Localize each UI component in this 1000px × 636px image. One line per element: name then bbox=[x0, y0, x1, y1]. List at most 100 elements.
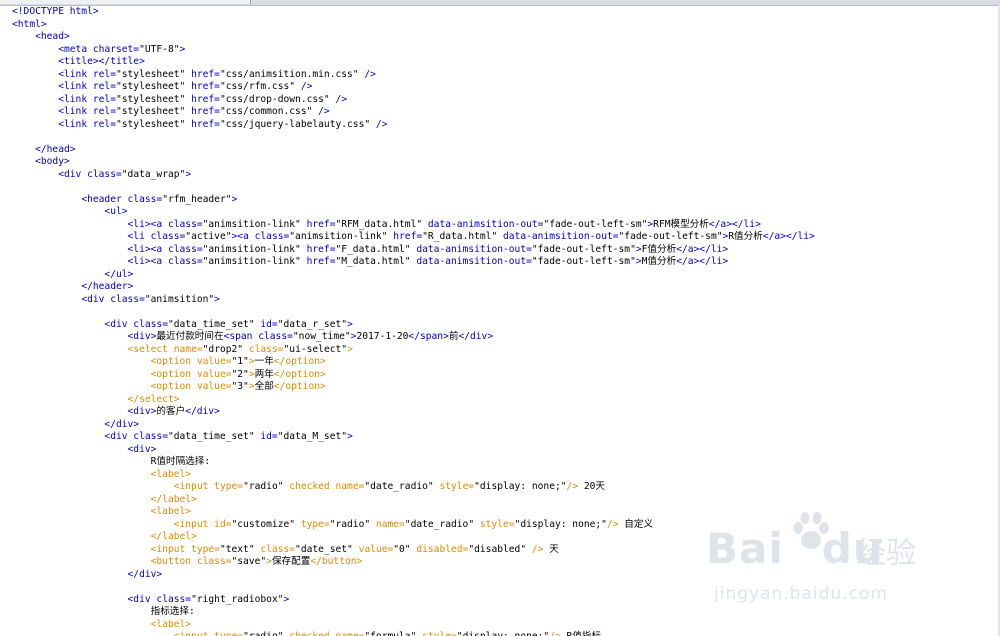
code-line[interactable]: <select name="drop2" class="ui-select"> bbox=[0, 344, 998, 357]
code-token: </div> bbox=[127, 568, 163, 580]
code-token: class= bbox=[254, 543, 296, 555]
code-token: checked bbox=[283, 481, 330, 492]
code-token: <label> bbox=[150, 468, 192, 480]
code-line[interactable]: <div class="data_time_set" id="data_M_se… bbox=[0, 431, 998, 444]
code-token: <body> bbox=[35, 156, 70, 167]
code-token: <div> bbox=[127, 406, 157, 417]
code-line[interactable]: </ul> bbox=[0, 269, 998, 282]
code-editor[interactable]: <!DOCTYPE html> <html> <head> <meta chars… bbox=[0, 6, 998, 636]
code-line[interactable]: <title></title> bbox=[0, 56, 998, 69]
code-line[interactable]: <li><a class="animsition-link" href="M_d… bbox=[0, 256, 998, 269]
code-line[interactable]: <head> bbox=[0, 31, 998, 44]
code-line[interactable]: <div>最近付款时间在<span class="now_time">2017-… bbox=[0, 331, 998, 344]
code-line[interactable]: <input type="radio" checked name="formul… bbox=[0, 631, 998, 636]
code-line[interactable]: </div> bbox=[0, 569, 998, 582]
code-line[interactable]: <option value="2">两年</option> bbox=[0, 369, 998, 382]
code-token: "animsition-link" bbox=[202, 243, 301, 255]
code-token: > bbox=[347, 343, 353, 355]
code-line[interactable]: <link rel="stylesheet" href="css/drop-do… bbox=[0, 94, 998, 107]
code-line[interactable]: <link rel="stylesheet" href="css/rfm.css… bbox=[0, 81, 998, 94]
code-line[interactable]: <li class="active"><a class="animsition-… bbox=[0, 231, 998, 244]
code-line[interactable]: <div class="data_time_set" id="data_r_se… bbox=[0, 319, 998, 332]
code-line[interactable]: <meta charset="UTF-8"> bbox=[0, 44, 998, 57]
code-token: rel= bbox=[92, 118, 116, 130]
code-token: "ui-select" bbox=[283, 343, 348, 355]
code-token: <title></title> bbox=[58, 56, 145, 67]
code-line[interactable]: <div> bbox=[0, 444, 998, 457]
code-line[interactable]: <li><a class="animsition-link" href="RFM… bbox=[0, 219, 998, 232]
code-line[interactable]: <div>的客户</div> bbox=[0, 406, 998, 419]
code-line[interactable]: <li><a class="animsition-link" href="F_d… bbox=[0, 244, 998, 257]
code-line[interactable]: <div class="right_radiobox"> bbox=[0, 594, 998, 607]
code-token: "stylesheet" bbox=[115, 106, 186, 117]
code-line[interactable]: <div class="animsition"> bbox=[0, 294, 998, 307]
code-token: <li><a bbox=[127, 218, 168, 230]
code-token: rel= bbox=[92, 93, 116, 105]
code-line[interactable]: </div> bbox=[0, 419, 998, 432]
editor-tab[interactable] bbox=[0, 0, 251, 4]
code-line[interactable]: </select> bbox=[0, 394, 998, 407]
code-line[interactable]: <html> bbox=[0, 19, 998, 32]
code-line[interactable]: <!DOCTYPE html> bbox=[0, 6, 998, 19]
code-line[interactable]: <option value="3">全部</option> bbox=[0, 381, 998, 394]
code-token: "css/common.css" bbox=[219, 106, 313, 117]
code-token: rel= bbox=[92, 68, 116, 80]
code-line[interactable]: <link rel="stylesheet" href="css/jquery-… bbox=[0, 119, 998, 132]
code-token: <header bbox=[81, 193, 128, 205]
code-token: class= bbox=[167, 243, 203, 255]
code-token: </button> bbox=[310, 556, 363, 567]
code-token: </span> bbox=[408, 331, 449, 342]
code-line[interactable] bbox=[0, 181, 998, 194]
code-token: "1" bbox=[231, 356, 249, 367]
code-token: "disabled" bbox=[468, 543, 527, 555]
code-line[interactable]: </head> bbox=[0, 144, 998, 157]
code-line[interactable]: <label> bbox=[0, 619, 998, 632]
code-token: <input bbox=[174, 631, 214, 636]
code-line[interactable]: <link rel="stylesheet" href="css/common.… bbox=[0, 106, 998, 119]
code-token: class= bbox=[156, 593, 192, 605]
code-line[interactable]: <option value="1">一年</option> bbox=[0, 356, 998, 369]
code-line[interactable]: <link rel="stylesheet" href="css/animsit… bbox=[0, 69, 998, 82]
code-token: RFM模型分析 bbox=[653, 218, 709, 230]
code-token: name= bbox=[329, 481, 365, 492]
code-token: type= bbox=[214, 481, 244, 492]
code-line[interactable]: <button class="save">保存配置</button> bbox=[0, 556, 998, 569]
code-token: > bbox=[179, 43, 186, 55]
code-line[interactable]: <input type="text" class="date_set" valu… bbox=[0, 544, 998, 557]
code-line[interactable]: <div class="data_wrap"> bbox=[0, 169, 998, 182]
code-line[interactable] bbox=[0, 131, 998, 144]
code-line[interactable]: <label> bbox=[0, 506, 998, 519]
code-line[interactable]: <input id="customize" type="radio" name=… bbox=[0, 519, 998, 532]
code-line[interactable] bbox=[0, 581, 998, 594]
code-line[interactable]: </header> bbox=[0, 281, 998, 294]
code-token: name= bbox=[330, 631, 364, 636]
code-line[interactable]: </label> bbox=[0, 494, 998, 507]
code-token: value= bbox=[352, 543, 394, 555]
code-line[interactable]: R值时隔选择: bbox=[0, 456, 998, 469]
code-token: "css/jquery-labelauty.css" bbox=[219, 118, 371, 130]
code-token: <input bbox=[173, 518, 215, 530]
code-line[interactable]: 指标选择: bbox=[0, 606, 998, 619]
code-line[interactable]: <input type="radio" checked name="date_r… bbox=[0, 481, 998, 494]
code-line[interactable]: <header class="rfm_header"> bbox=[0, 194, 998, 207]
code-line[interactable]: </label> bbox=[0, 531, 998, 544]
code-line[interactable]: <body> bbox=[0, 156, 998, 169]
code-token: </select> bbox=[127, 393, 180, 405]
code-token: </a></li> bbox=[762, 231, 815, 242]
code-token: <div bbox=[58, 168, 88, 180]
code-line[interactable]: <ul> bbox=[0, 206, 998, 219]
code-token: "radio" bbox=[329, 518, 371, 530]
code-token: "UTF-8" bbox=[139, 43, 180, 55]
code-line[interactable] bbox=[0, 306, 998, 319]
code-line[interactable]: <label> bbox=[0, 469, 998, 482]
